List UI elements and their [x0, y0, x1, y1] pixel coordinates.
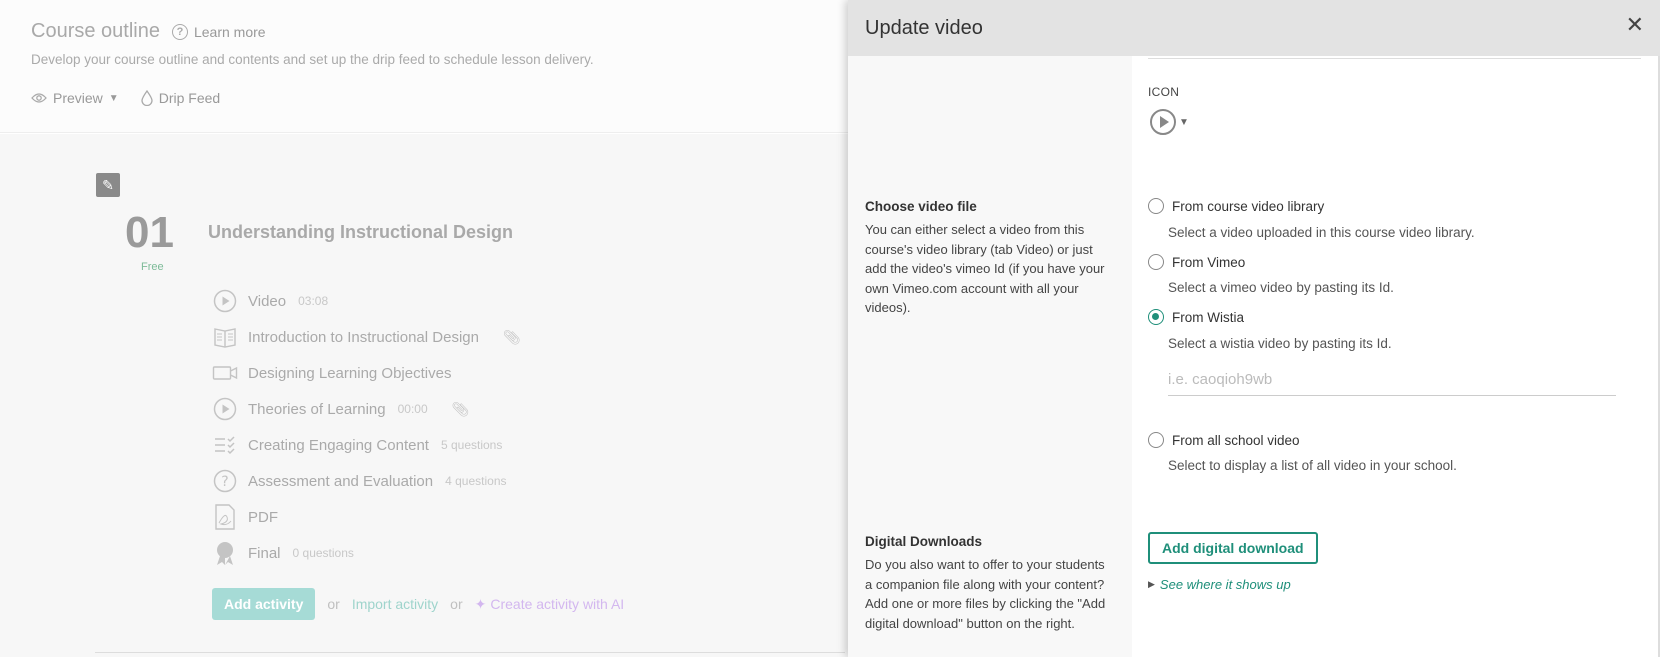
book-icon — [212, 324, 238, 350]
update-video-panel: Update video ✕ ICON ▼ Choose video file … — [848, 0, 1660, 657]
option-label: From all school video — [1172, 432, 1300, 448]
option-label: From course video library — [1172, 198, 1325, 214]
lesson-item[interactable]: ? Assessment and Evaluation 4 questions — [212, 463, 521, 499]
radio-button[interactable] — [1148, 198, 1164, 214]
see-where-label: See where it shows up — [1159, 577, 1291, 592]
lesson-title: Assessment and Evaluation — [248, 472, 434, 490]
drip-feed-button[interactable]: Drip Feed — [141, 90, 220, 106]
radio-button-selected[interactable] — [1148, 309, 1164, 325]
radio-button[interactable] — [1148, 254, 1164, 270]
section-title[interactable]: Understanding Instructional Design — [208, 222, 513, 243]
learn-more-label: Learn more — [193, 23, 266, 40]
paperclip-icon: 📎︎ — [502, 328, 521, 345]
panel-header: Update video ✕ — [848, 0, 1660, 56]
award-icon — [212, 540, 238, 566]
field-underline — [1148, 58, 1641, 59]
option-help: Select a vimeo video by pasting its Id. — [1168, 280, 1394, 295]
or-text: or — [450, 596, 463, 612]
drip-feed-label: Drip Feed — [158, 90, 221, 106]
svg-text:?: ? — [221, 474, 228, 490]
lesson-meta: 0 questions — [292, 546, 354, 560]
activity-actions: Add activity or Import activity or ✦ Cre… — [212, 588, 624, 620]
choose-video-description: You can either select a video from this … — [865, 222, 1105, 315]
radio-button[interactable] — [1148, 432, 1164, 448]
option-wistia[interactable]: From Wistia — [1148, 309, 1244, 325]
pdf-icon — [212, 504, 238, 530]
close-icon[interactable]: ✕ — [1626, 12, 1644, 38]
lesson-item[interactable]: Theories of Learning 00:00 📎︎ — [212, 391, 521, 427]
downloads-title: Digital Downloads — [865, 534, 983, 549]
choose-video-title: Choose video file — [865, 199, 977, 214]
play-circle-icon — [212, 288, 238, 314]
preview-button[interactable]: Preview ▼ — [31, 90, 119, 106]
lesson-list: Video 03:08 Introduction to Instructiona… — [212, 283, 521, 571]
lesson-meta: 4 questions — [445, 474, 507, 488]
create-ai-label: Create activity with AI — [490, 596, 625, 612]
option-label: From Vimeo — [1172, 254, 1246, 270]
caret-down-icon: ▼ — [108, 92, 119, 104]
option-course-library[interactable]: From course video library — [1148, 198, 1324, 214]
edit-section-button[interactable]: ✎ — [96, 173, 120, 197]
lesson-item[interactable]: PDF — [212, 499, 521, 535]
option-help: Select a video uploaded in this course v… — [1168, 225, 1475, 240]
question-icon: ? — [171, 23, 188, 40]
checklist-icon — [212, 432, 238, 458]
wistia-id-input[interactable] — [1168, 364, 1616, 396]
page-title: Course outline — [31, 20, 160, 42]
option-help: Select to display a list of all video in… — [1168, 458, 1457, 473]
add-activity-button[interactable]: Add activity — [212, 588, 316, 620]
lesson-item[interactable]: Video 03:08 — [212, 283, 521, 319]
create-ai-link[interactable]: ✦ Create activity with AI — [475, 596, 625, 613]
or-text: or — [327, 596, 340, 612]
page-subtitle: Develop your course outline and contents… — [31, 52, 594, 67]
lesson-meta: 00:00 — [397, 402, 428, 416]
triangle-right-icon: ▶ — [1148, 579, 1155, 589]
divider — [95, 652, 845, 653]
section-number: 01 — [125, 208, 174, 257]
add-digital-download-button[interactable]: Add digital download — [1148, 532, 1318, 564]
option-vimeo[interactable]: From Vimeo — [1148, 254, 1245, 270]
icon-picker[interactable]: ▼ — [1150, 109, 1189, 135]
free-badge: Free — [141, 261, 164, 273]
question-circle-icon: ? — [212, 468, 238, 494]
option-label: From Wistia — [1172, 309, 1244, 325]
panel-title: Update video — [865, 17, 983, 39]
lesson-item[interactable]: Creating Engaging Content 5 questions — [212, 427, 521, 463]
lesson-item[interactable]: Designing Learning Objectives — [212, 355, 521, 391]
icon-label: ICON — [1148, 85, 1180, 99]
preview-label: Preview — [53, 90, 103, 106]
drop-icon — [141, 90, 153, 106]
lesson-title: Creating Engaging Content — [248, 436, 429, 454]
video-camera-icon — [212, 360, 238, 386]
sparkle-icon: ✦ — [474, 595, 487, 612]
pencil-icon: ✎ — [102, 176, 114, 193]
lesson-title: Final — [248, 544, 281, 562]
import-activity-link[interactable]: Import activity — [352, 596, 438, 612]
option-school-video[interactable]: From all school video — [1148, 432, 1300, 448]
play-icon — [1150, 109, 1176, 135]
option-help: Select a wistia video by pasting its Id. — [1168, 336, 1392, 351]
caret-down-icon: ▼ — [1179, 116, 1189, 128]
lesson-item[interactable]: Introduction to Instructional Design 📎︎ — [212, 319, 521, 355]
play-circle-icon — [212, 396, 238, 422]
learn-more-link[interactable]: ? Learn more — [171, 23, 266, 40]
lesson-meta: 5 questions — [440, 438, 503, 452]
downloads-description: Do you also want to offer to your studen… — [865, 557, 1106, 631]
lesson-title: PDF — [248, 508, 278, 526]
see-where-toggle[interactable]: ▶ See where it shows up — [1148, 577, 1291, 592]
eye-icon — [31, 93, 47, 103]
lesson-item[interactable]: Final 0 questions — [212, 535, 521, 571]
lesson-title: Introduction to Instructional Design — [248, 328, 479, 346]
lesson-meta: 03:08 — [298, 294, 329, 308]
lesson-title: Designing Learning Objectives — [248, 364, 452, 382]
title-row: Course outline ? Learn more — [31, 20, 266, 43]
panel-right-column — [1132, 56, 1660, 657]
outline-actions: Preview ▼ Drip Feed — [31, 90, 220, 106]
lesson-title: Video — [248, 292, 287, 310]
paperclip-icon: 📎︎ — [451, 400, 470, 417]
lesson-title: Theories of Learning — [248, 400, 386, 418]
